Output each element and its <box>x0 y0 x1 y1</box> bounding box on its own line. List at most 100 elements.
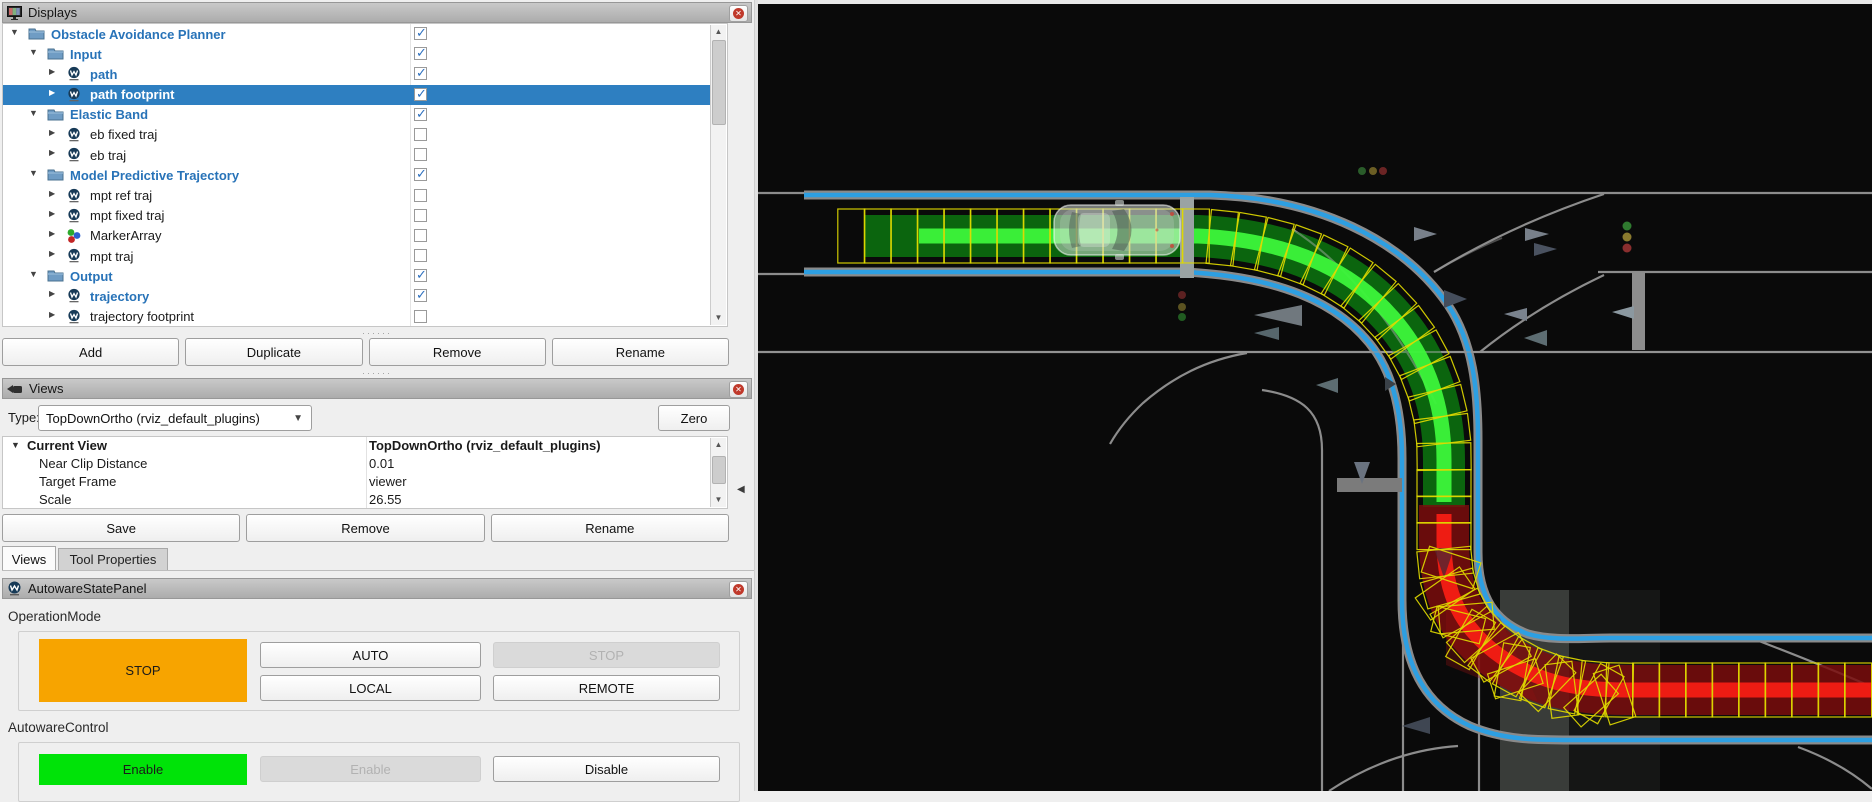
3d-scene <box>758 0 1872 792</box>
display-enabled-checkbox[interactable]: ✓ <box>414 267 427 283</box>
display-enabled-checkbox[interactable] <box>414 127 427 141</box>
displays-rename-button[interactable]: Rename <box>551 338 729 366</box>
close-icon: ✕ <box>733 8 744 19</box>
scroll-up-icon[interactable]: ▲ <box>711 25 726 39</box>
scroll-up-icon[interactable]: ▲ <box>711 438 726 452</box>
tree-row-obstacle-avoidance-planner[interactable]: ▼ Obstacle Avoidance Planner ✓ <box>3 24 713 44</box>
property-value[interactable]: 26.55 <box>369 492 402 507</box>
tree-row-path[interactable]: ▶ path ✓ <box>3 64 713 84</box>
collapse-icon[interactable]: ▼ <box>11 440 20 450</box>
autoware-control-disable-button[interactable]: Disable <box>493 756 720 782</box>
views-panel-titlebar[interactable]: Views ✕ <box>2 378 752 399</box>
collapse-icon[interactable]: ▼ <box>29 108 38 118</box>
tree-row-output[interactable]: ▼ Output ✓ <box>3 266 713 286</box>
pane-collapse-handle[interactable]: ◀ <box>737 479 749 501</box>
tree-row-label: Model Predictive Trajectory <box>70 167 240 183</box>
checkmark-icon: ✓ <box>416 105 427 121</box>
tree-row-mpt-traj[interactable]: ▶ mpt traj <box>3 246 713 266</box>
tree-row-eb-traj[interactable]: ▶ eb traj <box>3 145 713 165</box>
display-enabled-checkbox[interactable]: ✓ <box>414 25 427 40</box>
display-enabled-checkbox[interactable] <box>414 208 427 222</box>
panel-splitter-handle[interactable]: ······ <box>0 329 754 338</box>
views-rename-button[interactable]: Rename <box>490 514 729 542</box>
displays-add-button[interactable]: Add <box>2 338 180 366</box>
display-enabled-checkbox[interactable] <box>414 249 427 263</box>
tree-row-eb-fixed-traj[interactable]: ▶ eb fixed traj <box>3 125 713 145</box>
view-type-dropdown[interactable]: TopDownOrtho (rviz_default_plugins) ▼ <box>38 405 312 431</box>
expand-icon[interactable]: ▶ <box>49 289 55 298</box>
expand-icon[interactable]: ▶ <box>49 310 55 319</box>
autoware-panel-titlebar[interactable]: AutowareStatePanel ✕ <box>2 578 752 599</box>
scroll-down-icon[interactable]: ▼ <box>711 493 726 507</box>
display-enabled-checkbox[interactable]: ✓ <box>414 287 427 303</box>
operation-mode-local-button[interactable]: LOCAL <box>260 675 481 701</box>
expand-icon[interactable]: ▶ <box>49 88 55 97</box>
tree-row-path-footprint[interactable]: ▶ path footprint ✓ <box>3 84 713 105</box>
property-row-current-view[interactable]: ▼ Current View TopDownOrtho (rviz_default_… <box>3 437 727 455</box>
autoware-icon <box>66 288 83 304</box>
render-viewport[interactable] <box>758 0 1872 792</box>
scrollbar-thumb[interactable] <box>712 40 726 125</box>
tree-row-model-predictive-trajectory[interactable]: ▼ Model Predictive Trajectory ✓ <box>3 165 713 185</box>
autoware-close-button[interactable]: ✕ <box>729 581 748 598</box>
displays-panel-titlebar[interactable]: Displays ✕ <box>2 2 752 23</box>
tree-row-label: Output <box>70 268 113 284</box>
display-enabled-checkbox[interactable] <box>414 188 427 202</box>
display-enabled-checkbox[interactable] <box>414 148 427 162</box>
operation-mode-remote-button[interactable]: REMOTE <box>493 675 720 701</box>
views-save-button[interactable]: Save <box>2 514 241 542</box>
display-enabled-checkbox[interactable]: ✓ <box>414 105 427 121</box>
operation-mode-auto-button[interactable]: AUTO <box>260 642 481 668</box>
collapse-icon[interactable]: ▼ <box>10 27 19 37</box>
tree-row-trajectory[interactable]: ▶ trajectory ✓ <box>3 286 713 306</box>
property-row-near-clip-distance[interactable]: Near Clip Distance 0.01 <box>3 455 727 473</box>
tree-row-label: trajectory footprint <box>90 309 195 325</box>
display-enabled-checkbox[interactable]: ✓ <box>414 45 427 61</box>
views-remove-button[interactable]: Remove <box>246 514 485 542</box>
property-row-scale[interactable]: Scale 26.55 <box>3 491 727 508</box>
collapse-icon[interactable]: ▼ <box>29 168 38 178</box>
views-close-button[interactable]: ✕ <box>729 381 748 398</box>
tree-row-trajectory-footprint[interactable]: ▶ trajectory footprint <box>3 307 713 326</box>
autoware-icon <box>66 147 83 163</box>
tree-row-mpt-ref-traj[interactable]: ▶ mpt ref traj <box>3 186 713 206</box>
zero-button[interactable]: Zero <box>658 405 730 431</box>
display-enabled-checkbox[interactable]: ✓ <box>414 65 427 81</box>
collapse-icon[interactable]: ▼ <box>29 47 38 57</box>
expand-icon[interactable]: ▶ <box>49 189 55 198</box>
expand-icon[interactable]: ▶ <box>49 229 55 238</box>
autoware-control-group: Enable Enable Disable <box>18 742 740 802</box>
expand-icon[interactable]: ▶ <box>49 67 55 76</box>
property-value[interactable]: 0.01 <box>369 456 394 471</box>
scrollbar-thumb[interactable] <box>712 456 726 484</box>
panel-splitter-handle[interactable]: ······ <box>0 369 754 378</box>
displays-remove-button[interactable]: Remove <box>368 338 546 366</box>
tree-row-elastic-band[interactable]: ▼ Elastic Band ✓ <box>3 105 713 125</box>
tree-row-input[interactable]: ▼ Input ✓ <box>3 44 713 64</box>
tree-row-label: path footprint <box>90 87 175 103</box>
property-value[interactable]: TopDownOrtho (rviz_default_plugins) <box>369 438 601 453</box>
displays-duplicate-button[interactable]: Duplicate <box>185 338 363 366</box>
views-table-scrollbar[interactable]: ▲ ▼ <box>710 438 726 507</box>
expand-icon[interactable]: ▶ <box>49 209 55 218</box>
tab-tool-properties[interactable]: Tool Properties <box>58 548 168 571</box>
display-enabled-checkbox[interactable] <box>414 309 427 323</box>
scroll-down-icon[interactable]: ▼ <box>711 311 726 325</box>
collapse-icon[interactable]: ▼ <box>29 269 38 279</box>
property-value[interactable]: viewer <box>369 474 407 489</box>
tree-row-markerarray[interactable]: ▶ MarkerArray <box>3 226 713 246</box>
expand-icon[interactable]: ▶ <box>49 148 55 157</box>
displays-tree-scrollbar[interactable]: ▲ ▼ <box>710 25 726 325</box>
display-enabled-checkbox[interactable]: ✓ <box>414 86 427 101</box>
display-enabled-checkbox[interactable] <box>414 228 427 242</box>
autoware-icon <box>66 66 83 82</box>
property-row-target-frame[interactable]: Target Frame viewer <box>3 473 727 491</box>
tab-views[interactable]: Views <box>2 546 56 571</box>
display-enabled-checkbox[interactable]: ✓ <box>414 166 427 182</box>
expand-icon[interactable]: ▶ <box>49 128 55 137</box>
checkmark-icon: ✓ <box>416 25 427 40</box>
tree-row-mpt-fixed-traj[interactable]: ▶ mpt fixed traj <box>3 206 713 226</box>
expand-icon[interactable]: ▶ <box>49 249 55 258</box>
tab-baseline <box>2 570 754 571</box>
displays-close-button[interactable]: ✕ <box>729 5 748 22</box>
